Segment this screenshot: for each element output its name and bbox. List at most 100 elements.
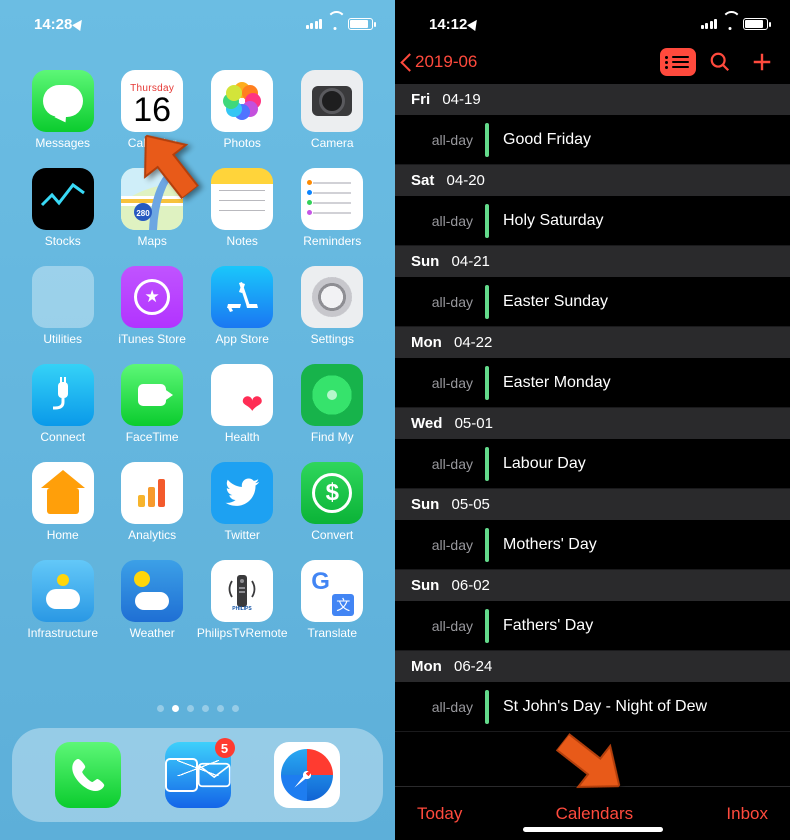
page-indicator[interactable] (0, 705, 395, 712)
app-convert[interactable]: Convert (288, 462, 377, 542)
add-event-button[interactable] (744, 47, 780, 77)
app-find-my[interactable]: Find My (288, 364, 377, 444)
connect-icon (32, 364, 94, 426)
event-list[interactable]: Fri 04-19all-dayGood FridaySat 04-20all-… (395, 84, 790, 786)
app-itunes-store[interactable]: iTunes Store (107, 266, 196, 346)
home-indicator[interactable] (523, 827, 663, 832)
event-row[interactable]: all-dayMothers' Day (395, 520, 790, 570)
app-reminders[interactable]: Reminders (288, 168, 377, 248)
event-row[interactable]: all-dayHoly Saturday (395, 196, 790, 246)
utilities-folder-icon (32, 266, 94, 328)
cell-signal-icon (306, 19, 323, 29)
dock-mail[interactable]: 5 (165, 742, 231, 808)
status-time: 14:12 (429, 16, 467, 33)
event-time: all-day (411, 699, 473, 715)
event-color-bar (485, 204, 489, 238)
event-color-bar (485, 366, 489, 400)
infrastructure-icon (32, 560, 94, 622)
app-label: FaceTime (126, 430, 179, 444)
event-row[interactable]: all-daySt John's Day - Night of Dew (395, 682, 790, 732)
app-label: Find My (311, 430, 354, 444)
app-label: Analytics (128, 528, 176, 542)
calendar-icon: Thursday16 (121, 70, 183, 132)
event-time: all-day (411, 456, 473, 472)
app-maps[interactable]: 280 Maps (107, 168, 196, 248)
event-color-bar (485, 123, 489, 157)
app-label: Messages (35, 136, 90, 150)
app-connect[interactable]: Connect (18, 364, 107, 444)
app-utilities[interactable]: Utilities (18, 266, 107, 346)
app-translate[interactable]: Translate (288, 560, 377, 640)
app-label: Maps (137, 234, 166, 248)
health-icon (211, 364, 273, 426)
app-app-store[interactable]: App Store (197, 266, 288, 346)
event-title: Holy Saturday (503, 212, 604, 230)
event-title: Labour Day (503, 455, 586, 473)
event-color-bar (485, 690, 489, 724)
photos-icon (211, 70, 273, 132)
app-philips-remote[interactable]: PHILIPSPhilipsTvRemote (197, 560, 288, 640)
app-home[interactable]: Home (18, 462, 107, 542)
back-button[interactable]: 2019-06 (399, 51, 477, 73)
event-title: Good Friday (503, 131, 591, 149)
app-analytics[interactable]: Analytics (107, 462, 196, 542)
event-time: all-day (411, 294, 473, 310)
app-label: Convert (311, 528, 353, 542)
app-settings[interactable]: Settings (288, 266, 377, 346)
app-label: Connect (40, 430, 85, 444)
translate-icon (301, 560, 363, 622)
app-camera[interactable]: Camera (288, 70, 377, 150)
app-stocks[interactable]: Stocks (18, 168, 107, 248)
dock-safari[interactable] (274, 742, 340, 808)
svg-text:PHILIPS: PHILIPS (232, 606, 252, 612)
philips-remote-icon: PHILIPS (211, 560, 273, 622)
app-health[interactable]: Health (197, 364, 288, 444)
app-store-icon (211, 266, 273, 328)
app-twitter[interactable]: Twitter (197, 462, 288, 542)
app-photos[interactable]: Photos (197, 70, 288, 150)
event-row[interactable]: all-dayGood Friday (395, 115, 790, 165)
app-label: Settings (311, 332, 354, 346)
battery-icon (348, 18, 373, 30)
app-infrastructure[interactable]: Infrastructure (18, 560, 107, 640)
event-row[interactable]: all-dayEaster Sunday (395, 277, 790, 327)
facetime-icon (121, 364, 183, 426)
app-label: Translate (307, 626, 357, 640)
app-label: Infrastructure (27, 626, 98, 640)
app-label: Home (47, 528, 79, 542)
app-calendar[interactable]: Thursday16Calendar (107, 70, 196, 150)
app-notes[interactable]: Notes (197, 168, 288, 248)
back-label: 2019-06 (415, 52, 477, 72)
event-row[interactable]: all-day Labour Day (395, 439, 790, 489)
event-title: Fathers' Day (503, 617, 593, 635)
search-button[interactable] (702, 47, 738, 77)
app-label: Reminders (303, 234, 361, 248)
event-color-bar (485, 528, 489, 562)
camera-icon (301, 70, 363, 132)
day-header: Wed 05-01 (395, 408, 790, 439)
app-weather[interactable]: Weather (107, 560, 196, 640)
calendars-button[interactable]: Calendars (556, 804, 634, 824)
app-label: Camera (311, 136, 354, 150)
event-title: Easter Monday (503, 374, 611, 392)
status-bar: 14:28 (0, 0, 395, 40)
day-header: Sun 06-02 (395, 570, 790, 601)
mail-badge: 5 (215, 738, 235, 758)
event-row[interactable]: all-dayFathers' Day (395, 601, 790, 651)
list-view-button[interactable] (660, 47, 696, 77)
day-header: Sat 04-20 (395, 165, 790, 196)
safari-icon (274, 742, 340, 808)
inbox-button[interactable]: Inbox (726, 804, 768, 824)
convert-icon (301, 462, 363, 524)
dock-phone[interactable] (55, 742, 121, 808)
stocks-icon (32, 168, 94, 230)
app-facetime[interactable]: FaceTime (107, 364, 196, 444)
toolbar: Today Calendars Inbox (395, 786, 790, 840)
event-time: all-day (411, 537, 473, 553)
wifi-icon (722, 18, 738, 30)
app-label: App Store (216, 332, 269, 346)
today-button[interactable]: Today (417, 804, 462, 824)
maps-icon: 280 (121, 168, 183, 230)
event-row[interactable]: all-dayEaster Monday (395, 358, 790, 408)
app-messages[interactable]: Messages (18, 70, 107, 150)
